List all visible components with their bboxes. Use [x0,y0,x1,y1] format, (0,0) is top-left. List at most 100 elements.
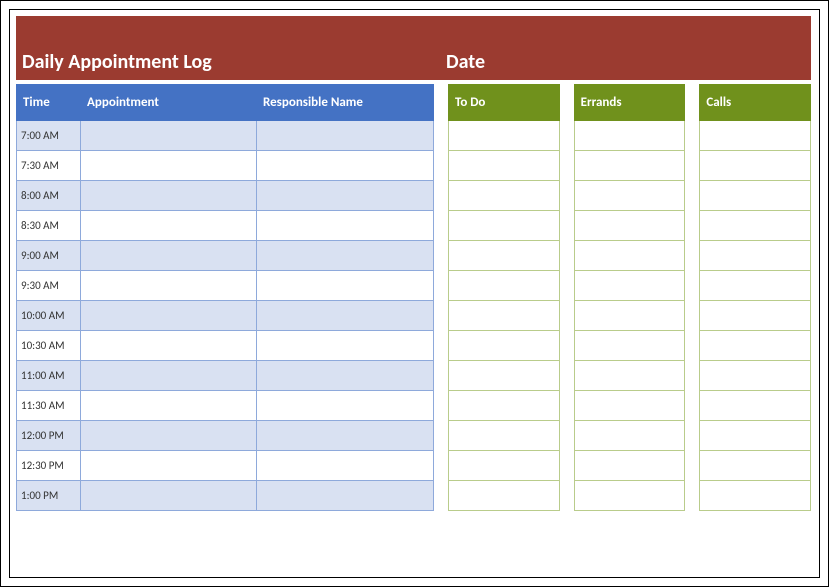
calls-cell[interactable] [700,331,811,361]
time-cell[interactable]: 8:00 AM [17,181,81,211]
appointment-cell[interactable] [81,451,257,481]
time-cell[interactable]: 7:30 AM [17,151,81,181]
errands-cell[interactable] [574,151,685,181]
errands-cell[interactable] [574,241,685,271]
todo-cell[interactable] [449,361,560,391]
appointment-cell[interactable] [81,481,257,511]
responsible-cell[interactable] [257,481,434,511]
errands-cell[interactable] [574,181,685,211]
responsible-cell[interactable] [257,361,434,391]
errands-cell[interactable] [574,211,685,241]
list-item [449,271,560,301]
responsible-cell[interactable] [257,241,434,271]
responsible-cell[interactable] [257,301,434,331]
time-cell[interactable]: 12:00 PM [17,421,81,451]
responsible-cell[interactable] [257,331,434,361]
list-item [449,451,560,481]
responsible-cell[interactable] [257,211,434,241]
time-cell[interactable]: 10:00 AM [17,301,81,331]
calls-cell[interactable] [700,481,811,511]
appointment-cell[interactable] [81,331,257,361]
time-cell[interactable]: 10:30 AM [17,331,81,361]
appointment-cell[interactable] [81,181,257,211]
todo-cell[interactable] [449,271,560,301]
todo-cell[interactable] [449,301,560,331]
todo-cell[interactable] [449,181,560,211]
calls-cell[interactable] [700,151,811,181]
list-item [700,451,811,481]
table-row: 9:00 AM [17,241,434,271]
time-cell[interactable]: 11:30 AM [17,391,81,421]
calls-cell[interactable] [700,211,811,241]
errands-cell[interactable] [574,271,685,301]
appointment-cell[interactable] [81,121,257,151]
todo-cell[interactable] [449,451,560,481]
time-cell[interactable]: 7:00 AM [17,121,81,151]
todo-header: To Do [449,85,560,121]
calls-cell[interactable] [700,451,811,481]
list-item [449,121,560,151]
list-item [574,451,685,481]
errands-cell[interactable] [574,121,685,151]
table-row: 7:30 AM [17,151,434,181]
appointment-cell[interactable] [81,301,257,331]
responsible-cell[interactable] [257,451,434,481]
responsible-cell[interactable] [257,121,434,151]
appointment-cell[interactable] [81,271,257,301]
appointment-cell[interactable] [81,361,257,391]
list-item [574,181,685,211]
calls-cell[interactable] [700,391,811,421]
appointment-cell[interactable] [81,421,257,451]
list-item [449,241,560,271]
calls-header: Calls [700,85,811,121]
responsible-cell[interactable] [257,181,434,211]
list-item [449,391,560,421]
responsible-cell[interactable] [257,271,434,301]
appointment-cell[interactable] [81,211,257,241]
errands-cell[interactable] [574,451,685,481]
todo-cell[interactable] [449,391,560,421]
time-cell[interactable]: 11:00 AM [17,361,81,391]
header-title-right: Date [434,50,811,80]
todo-cell[interactable] [449,241,560,271]
table-row: 12:00 PM [17,421,434,451]
todo-cell[interactable] [449,481,560,511]
list-item [700,331,811,361]
calls-cell[interactable] [700,241,811,271]
calls-cell[interactable] [700,181,811,211]
responsible-cell[interactable] [257,421,434,451]
todo-cell[interactable] [449,121,560,151]
errands-cell[interactable] [574,331,685,361]
time-cell[interactable]: 8:30 AM [17,211,81,241]
time-cell[interactable]: 9:30 AM [17,271,81,301]
errands-cell[interactable] [574,481,685,511]
time-cell[interactable]: 9:00 AM [17,241,81,271]
responsible-cell[interactable] [257,151,434,181]
calls-column: Calls [699,84,811,511]
appointment-cell[interactable] [81,241,257,271]
appointments-table: Time Appointment Responsible Name 7:00 A… [16,84,434,511]
list-item [574,331,685,361]
errands-cell[interactable] [574,301,685,331]
calls-cell[interactable] [700,301,811,331]
responsible-cell[interactable] [257,391,434,421]
table-row: 9:30 AM [17,271,434,301]
errands-cell[interactable] [574,391,685,421]
appointment-cell[interactable] [81,151,257,181]
list-item [449,361,560,391]
todo-cell[interactable] [449,331,560,361]
calls-cell[interactable] [700,121,811,151]
todo-cell[interactable] [449,151,560,181]
errands-cell[interactable] [574,361,685,391]
time-cell[interactable]: 1:00 PM [17,481,81,511]
todo-cell[interactable] [449,211,560,241]
time-cell[interactable]: 12:30 PM [17,451,81,481]
calls-cell[interactable] [700,271,811,301]
errands-cell[interactable] [574,421,685,451]
calls-cell[interactable] [700,361,811,391]
calls-cell[interactable] [700,421,811,451]
todo-cell[interactable] [449,421,560,451]
table-row: 8:00 AM [17,181,434,211]
appointment-cell[interactable] [81,391,257,421]
calls-header-row: Calls [700,85,811,121]
